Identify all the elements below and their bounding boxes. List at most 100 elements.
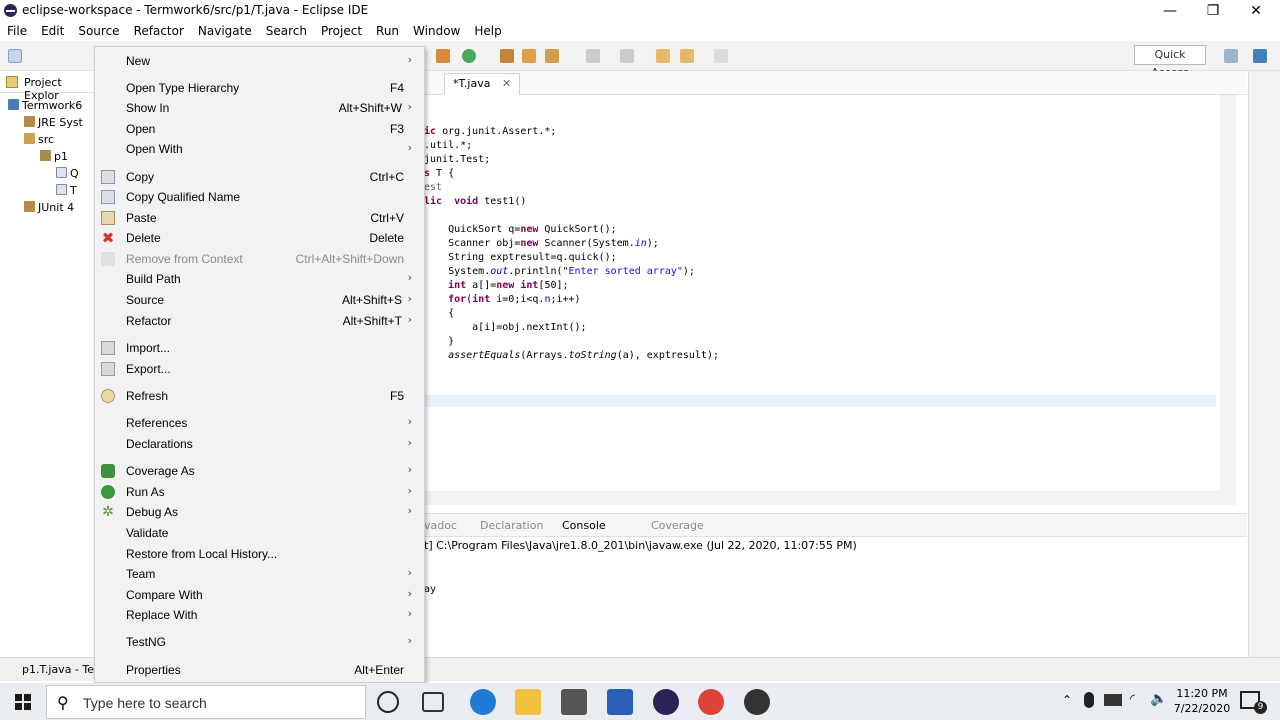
taskbar-search-box[interactable]: ⚲ Type here to search bbox=[46, 685, 366, 719]
menu-item-shortcut: Alt+Shift+T bbox=[342, 314, 402, 328]
tree-item-p1[interactable]: p1 bbox=[40, 150, 68, 163]
menu-item-show-in[interactable]: Show In Alt+Shift+W › bbox=[95, 98, 424, 118]
menu-edit[interactable]: Edit bbox=[34, 22, 71, 41]
console-output[interactable]: ay bbox=[424, 555, 1247, 645]
open-perspective-icon[interactable] bbox=[1224, 49, 1238, 63]
tree-item-t[interactable]: T bbox=[56, 184, 77, 197]
menu-search[interactable]: Search bbox=[259, 22, 314, 41]
menu-item-open[interactable]: Open F3 bbox=[95, 119, 424, 139]
menu-item-refactor[interactable]: Refactor Alt+Shift+T › bbox=[95, 311, 424, 331]
forward-icon[interactable] bbox=[714, 49, 728, 63]
tab-declaration[interactable]: Declaration bbox=[480, 519, 543, 532]
eclipse-icon bbox=[4, 4, 17, 17]
menu-item-source[interactable]: Source Alt+Shift+S › bbox=[95, 290, 424, 310]
eclipse-taskbar-icon[interactable] bbox=[653, 689, 679, 715]
menu-item-export[interactable]: Export... bbox=[95, 359, 424, 379]
menu-project[interactable]: Project bbox=[314, 22, 369, 41]
menu-item-open-with[interactable]: Open With › bbox=[95, 139, 424, 159]
menu-item-new[interactable]: New › bbox=[95, 51, 424, 71]
current-line-highlight bbox=[424, 395, 1216, 407]
mail-icon[interactable] bbox=[561, 689, 587, 715]
wifi-icon[interactable]: ◜ bbox=[1130, 692, 1135, 707]
menu-source[interactable]: Source bbox=[71, 22, 126, 41]
menu-item-testng[interactable]: TestNG › bbox=[95, 632, 424, 652]
menu-item-paste[interactable]: Paste Ctrl+V bbox=[95, 208, 424, 228]
menu-item-run-as[interactable]: Run As › bbox=[95, 482, 424, 502]
editor-horizontal-scrollbar[interactable] bbox=[424, 491, 1220, 505]
run-icon[interactable] bbox=[462, 49, 476, 63]
file-explorer-icon[interactable] bbox=[515, 689, 541, 715]
new-icon[interactable] bbox=[8, 49, 22, 63]
java-perspective-icon[interactable] bbox=[1253, 49, 1267, 63]
menu-item-copy-qualified-name[interactable]: Copy Qualified Name bbox=[95, 187, 424, 207]
code-editor[interactable]: ic org.junit.Assert.*; .util.*; junit.Te… bbox=[424, 95, 1236, 505]
tree-item-junit[interactable]: JUnit 4 bbox=[24, 201, 74, 214]
menu-help[interactable]: Help bbox=[467, 22, 508, 41]
search-tool-icon[interactable] bbox=[545, 49, 559, 63]
open-task-icon[interactable] bbox=[500, 49, 514, 63]
project-explorer-tab[interactable]: Project Explor bbox=[0, 71, 96, 102]
menu-file[interactable]: File bbox=[0, 22, 34, 41]
task-view-icon[interactable] bbox=[422, 692, 444, 712]
volume-icon[interactable]: 🔈 bbox=[1150, 691, 1167, 707]
menu-item-label: Remove from Context bbox=[126, 252, 243, 266]
menu-item-open-type-hierarchy[interactable]: Open Type Hierarchy F4 bbox=[95, 78, 424, 98]
editor-vertical-scrollbar[interactable] bbox=[1220, 95, 1236, 505]
maximize-button[interactable]: ❐ bbox=[1190, 0, 1236, 22]
tree-item-project[interactable]: Termwork6 bbox=[8, 99, 82, 112]
menu-item-build-path[interactable]: Build Path › bbox=[95, 269, 424, 289]
menu-item-import[interactable]: Import... bbox=[95, 338, 424, 358]
java-file-icon bbox=[56, 167, 67, 178]
tree-item-jre[interactable]: JRE Syst bbox=[24, 116, 83, 129]
menu-item-delete[interactable]: ✖ Delete Delete bbox=[95, 228, 424, 248]
microphone-icon[interactable] bbox=[1084, 692, 1094, 708]
editor-tab-t-java[interactable]: *T.java ✕ bbox=[444, 73, 521, 95]
menu-item-debug-as[interactable]: ✲ Debug As › bbox=[95, 502, 424, 522]
tree-item-src[interactable]: src bbox=[24, 133, 54, 146]
tree-item-q[interactable]: Q bbox=[56, 167, 79, 180]
menu-window[interactable]: Window bbox=[406, 22, 467, 41]
back-icon[interactable] bbox=[680, 49, 694, 63]
menu-item-label: Refactor bbox=[126, 314, 172, 328]
minimize-button[interactable]: — bbox=[1147, 0, 1193, 22]
menu-item-properties[interactable]: Properties Alt+Enter bbox=[95, 660, 424, 680]
open-type-icon[interactable] bbox=[522, 49, 536, 63]
chrome-icon[interactable] bbox=[698, 689, 724, 715]
library-icon bbox=[24, 116, 35, 127]
tray-chevron-icon[interactable]: ⌃ bbox=[1062, 693, 1072, 707]
tab-console[interactable]: Console bbox=[562, 519, 606, 532]
edge-icon[interactable] bbox=[470, 689, 496, 715]
menu-item-declarations[interactable]: Declarations › bbox=[95, 434, 424, 454]
code-line: { bbox=[424, 308, 455, 319]
last-edit-icon[interactable] bbox=[656, 49, 670, 63]
close-button[interactable]: ✕ bbox=[1233, 0, 1279, 22]
menu-refactor[interactable]: Refactor bbox=[127, 22, 191, 41]
code-line: int a[]=new int[50]; bbox=[448, 280, 569, 291]
menu-navigate[interactable]: Navigate bbox=[191, 22, 259, 41]
submenu-arrow-icon: › bbox=[407, 141, 412, 154]
menu-item-restore-local-history[interactable]: Restore from Local History... bbox=[95, 544, 424, 564]
prev-annotation-icon[interactable] bbox=[620, 49, 634, 63]
quick-access-input[interactable]: Quick Access bbox=[1134, 45, 1206, 79]
menu-item-references[interactable]: References › bbox=[95, 413, 424, 433]
word-icon[interactable] bbox=[607, 689, 633, 715]
code-line: String exptresult=q.quick(); bbox=[424, 252, 617, 263]
menu-item-refresh[interactable]: Refresh F5 bbox=[95, 386, 424, 406]
tab-coverage[interactable]: Coverage bbox=[651, 519, 704, 532]
tray-clock[interactable]: 11:20 PM 7/22/2020 bbox=[1172, 686, 1232, 716]
menu-item-copy[interactable]: Copy Ctrl+C bbox=[95, 167, 424, 187]
cortana-icon[interactable] bbox=[377, 691, 399, 713]
next-annotation-icon[interactable] bbox=[586, 49, 600, 63]
menu-item-coverage-as[interactable]: Coverage As › bbox=[95, 461, 424, 481]
battery-icon[interactable] bbox=[1104, 694, 1122, 706]
menu-item-team[interactable]: Team › bbox=[95, 564, 424, 584]
menu-item-replace-with[interactable]: Replace With › bbox=[95, 605, 424, 625]
menu-item-compare-with[interactable]: Compare With › bbox=[95, 585, 424, 605]
build-icon[interactable] bbox=[436, 49, 450, 63]
menu-run[interactable]: Run bbox=[369, 22, 406, 41]
tab-javadoc[interactable]: vadoc bbox=[424, 519, 457, 532]
close-tab-icon[interactable]: ✕ bbox=[502, 77, 511, 90]
menu-item-validate[interactable]: Validate bbox=[95, 523, 424, 543]
start-button[interactable] bbox=[0, 683, 46, 720]
obs-icon[interactable] bbox=[744, 689, 770, 715]
